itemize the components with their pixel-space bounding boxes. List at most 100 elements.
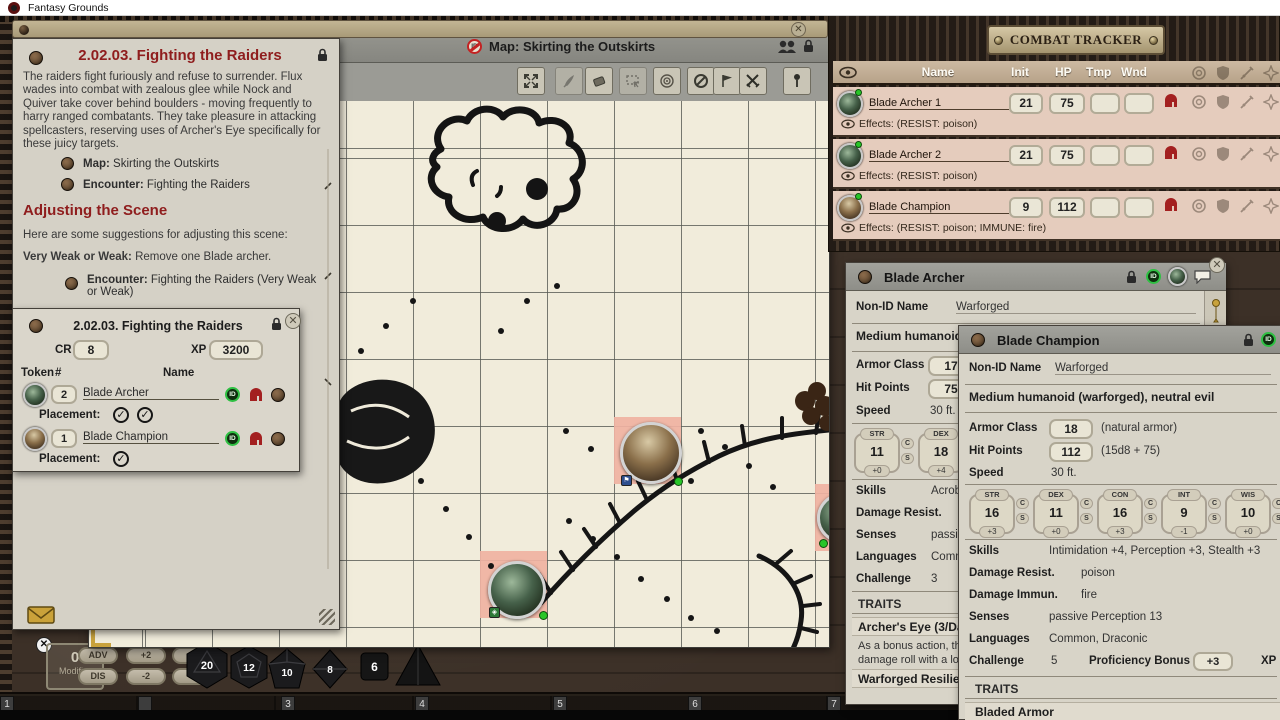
- players-vis-icon[interactable]: [777, 39, 797, 55]
- nonid-value[interactable]: Warforged: [1055, 362, 1271, 375]
- d20-die[interactable]: 20: [183, 641, 231, 689]
- flag-pointer-icon[interactable]: [713, 67, 741, 95]
- hp-field[interactable]: 75: [1049, 93, 1085, 114]
- effects-eye-icon[interactable]: [841, 119, 855, 129]
- targeting-icon[interactable]: [1191, 198, 1207, 214]
- archer-faction-helmet-icon[interactable]: [248, 387, 264, 403]
- visibility-eye-icon[interactable]: [839, 66, 857, 79]
- chat-bubble-icon[interactable]: [1194, 269, 1211, 284]
- story-resize-handle[interactable]: [319, 609, 335, 625]
- tracker-row[interactable]: Blade Archer 2 21 75 Effects: (RESIST: p…: [833, 139, 1280, 189]
- nonid-value[interactable]: Warforged: [956, 301, 1196, 314]
- faction-helmet-icon[interactable]: [1163, 145, 1179, 161]
- strip-close-icon[interactable]: ✕: [791, 22, 806, 37]
- placement-check-icon[interactable]: ✓: [113, 407, 129, 423]
- encounter-close-icon[interactable]: ✕: [285, 313, 301, 329]
- encounter-token-champion[interactable]: [23, 427, 47, 451]
- archer-link-ball-icon[interactable]: [271, 388, 285, 402]
- faction-helmet-icon[interactable]: [1163, 197, 1179, 213]
- save-roll-button[interactable]: S: [901, 453, 914, 464]
- combatant-name[interactable]: Blade Archer 1: [869, 97, 1009, 110]
- minus2-button[interactable]: -2: [126, 668, 166, 685]
- target-icon[interactable]: [653, 67, 681, 95]
- ability-con[interactable]: CON 16 +3: [1097, 494, 1143, 534]
- sword-icon[interactable]: [1239, 94, 1255, 110]
- spikes-icon[interactable]: [1263, 146, 1279, 162]
- sword-icon[interactable]: [1239, 65, 1255, 81]
- spikes-icon[interactable]: [1263, 198, 1279, 214]
- champion-name-field[interactable]: Blade Champion: [83, 431, 219, 444]
- archer-link-ball-icon[interactable]: [858, 270, 872, 284]
- archer-lock-icon[interactable]: [1126, 270, 1137, 284]
- placement-check-icon[interactable]: ✓: [113, 451, 129, 467]
- save-roll-button[interactable]: S: [1144, 513, 1157, 524]
- champion-count[interactable]: 1: [51, 429, 77, 448]
- archer-id-badge[interactable]: ID: [1146, 269, 1161, 284]
- combatant-name[interactable]: Blade Champion: [869, 201, 1009, 214]
- shield-icon[interactable]: [1215, 146, 1231, 162]
- tmp-field[interactable]: [1090, 145, 1120, 166]
- adjust-encounter-link[interactable]: Encounter: Fighting the Raiders (Very We…: [87, 274, 317, 298]
- effects-eye-icon[interactable]: [841, 223, 855, 233]
- map-nonid-badge-icon[interactable]: ID: [467, 39, 482, 54]
- eraser-icon[interactable]: [585, 67, 613, 95]
- ability-wis[interactable]: WIS 10 +0: [1225, 494, 1271, 534]
- dis-button[interactable]: DIS: [78, 668, 118, 685]
- targeting-icon[interactable]: [1191, 94, 1207, 110]
- hide-mask-icon[interactable]: [687, 67, 715, 95]
- archer-name-field[interactable]: Blade Archer: [83, 387, 219, 400]
- save-roll-button[interactable]: S: [1016, 513, 1029, 524]
- prof-bonus-value[interactable]: +3: [1193, 652, 1233, 671]
- wnd-field[interactable]: [1124, 145, 1154, 166]
- champion-link-ball-icon[interactable]: [971, 333, 985, 347]
- spikes-icon[interactable]: [1263, 94, 1279, 110]
- hp-field[interactable]: 75: [1049, 145, 1085, 166]
- ac-value[interactable]: 18: [1049, 419, 1093, 439]
- champion-id-badge[interactable]: ID: [225, 431, 240, 446]
- sword-icon[interactable]: [1239, 198, 1255, 214]
- check-roll-button[interactable]: C: [1016, 498, 1029, 509]
- adv-button[interactable]: ADV: [78, 647, 118, 664]
- hp-value[interactable]: 112: [1049, 442, 1093, 462]
- archer-count[interactable]: 2: [51, 385, 77, 404]
- envelope-icon[interactable]: [27, 605, 55, 625]
- archer-token-thumb[interactable]: [1168, 267, 1187, 286]
- shield-icon[interactable]: [1215, 65, 1231, 81]
- map-link[interactable]: Map: Skirting the Outskirts: [83, 158, 219, 170]
- init-field[interactable]: 9: [1009, 197, 1043, 218]
- check-roll-button[interactable]: C: [1272, 498, 1280, 509]
- check-roll-button[interactable]: C: [1208, 498, 1221, 509]
- wnd-field[interactable]: [1124, 93, 1154, 114]
- archer-sheet-titlebar[interactable]: Blade Archer ID ✕: [846, 263, 1226, 291]
- init-field[interactable]: 21: [1009, 145, 1043, 166]
- placement-check-icon[interactable]: ✓: [137, 407, 153, 423]
- map-resize-handle[interactable]: [91, 629, 111, 647]
- faction-helmet-icon[interactable]: [1163, 93, 1179, 109]
- encounter-lock-icon[interactable]: [271, 317, 282, 331]
- archer-id-badge[interactable]: ID: [225, 387, 240, 402]
- d12-die[interactable]: 12: [227, 645, 271, 689]
- effects-eye-icon[interactable]: [841, 171, 855, 181]
- ability-str[interactable]: STR 16 +3: [969, 494, 1015, 534]
- pin-pointer-icon[interactable]: [783, 67, 811, 95]
- tracker-row[interactable]: Blade Archer 1 21 75 Effects: (RESIST: p…: [833, 87, 1280, 137]
- check-roll-button[interactable]: C: [1144, 498, 1157, 509]
- ability-int[interactable]: INT 9 -1: [1161, 494, 1207, 534]
- d10-die[interactable]: 10: [267, 648, 307, 690]
- init-field[interactable]: 21: [1009, 93, 1043, 114]
- save-roll-button[interactable]: S: [1272, 513, 1280, 524]
- story-scrollbar[interactable]: [323, 149, 333, 569]
- ability-str[interactable]: STR 11 +0: [854, 433, 900, 473]
- shield-icon[interactable]: [1215, 198, 1231, 214]
- check-roll-button[interactable]: C: [901, 438, 914, 449]
- champion-id-badge[interactable]: ID: [1261, 332, 1276, 347]
- select-lasso-icon[interactable]: [619, 67, 647, 95]
- cr-value[interactable]: 8: [73, 340, 109, 360]
- tmp-field[interactable]: [1090, 93, 1120, 114]
- anchor-pin-icon[interactable]: [1210, 299, 1222, 323]
- spikes-icon[interactable]: [1263, 65, 1279, 81]
- d6-die[interactable]: 6: [360, 652, 389, 681]
- encounter-link[interactable]: Encounter: Fighting the Raiders: [83, 179, 250, 191]
- save-roll-button[interactable]: S: [1208, 513, 1221, 524]
- xp-value[interactable]: 3200: [209, 340, 263, 360]
